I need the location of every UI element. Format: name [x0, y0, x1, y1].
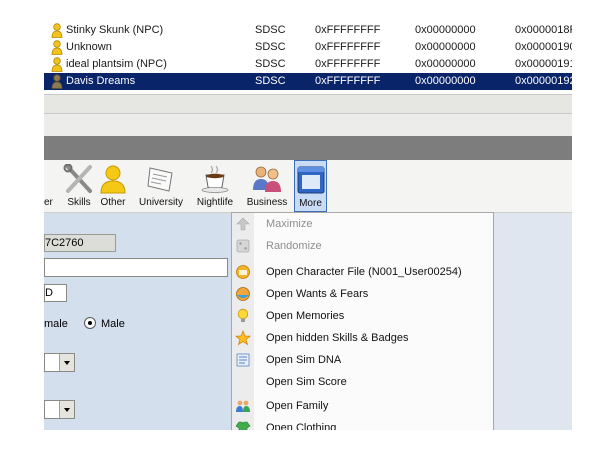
menu-item-label: Open Sim DNA — [266, 354, 342, 366]
menu-item-open-family[interactable]: Open Family — [232, 395, 493, 417]
toolbar-button-skills[interactable]: Skills — [63, 160, 94, 212]
dna-icon — [236, 353, 250, 367]
dice-icon — [236, 239, 250, 253]
sim-list-row[interactable]: Stinky Skunk (NPC) SDSC 0xFFFFFFFF 0x000… — [44, 22, 572, 39]
toolbar-label: er — [44, 197, 53, 208]
sim-name: Davis Dreams — [66, 75, 136, 87]
horizontal-scrollbar[interactable] — [44, 94, 572, 114]
arrow-up-icon — [236, 217, 250, 231]
sim-person-icon — [51, 40, 63, 55]
menu-item-label: Open Sim Score — [266, 376, 347, 388]
sim-id: 0x00000192 — [515, 75, 572, 87]
toolbar-label: University — [139, 197, 183, 208]
toolbar-label: Nightlife — [196, 197, 234, 208]
toolbar-label: Skills — [67, 197, 91, 208]
menu-item-open-hidden-skills[interactable]: Open hidden Skills & Badges — [232, 327, 493, 349]
sim-type: SDSC — [255, 75, 286, 87]
menu-item-label: Maximize — [266, 218, 313, 230]
more-window-icon — [297, 166, 324, 194]
sim-col-a: 0xFFFFFFFF — [315, 24, 381, 36]
star-icon — [235, 330, 251, 346]
menu-item-label: Open Character File (N001_User00254) — [266, 266, 462, 278]
clothing-icon — [235, 421, 251, 430]
sim-list: Stinky Skunk (NPC) SDSC 0xFFFFFFFF 0x000… — [44, 0, 572, 92]
category-toolbar: er Skills Other University Nightlife Bus… — [44, 160, 572, 213]
sim-type: SDSC — [255, 58, 286, 70]
menu-item-maximize[interactable]: Maximize — [232, 213, 493, 235]
more-dropdown-menu: Maximize Randomize Open Character File (… — [231, 212, 494, 430]
sim-list-row-selected[interactable]: Davis Dreams SDSC 0xFFFFFFFF 0x00000000 … — [44, 73, 572, 90]
sim-person-icon — [51, 57, 63, 72]
sim-list-row[interactable]: Unknown SDSC 0xFFFFFFFF 0x00000000 0x000… — [44, 39, 572, 56]
sim-person-icon — [51, 74, 63, 89]
menu-item-label: Open Family — [266, 400, 329, 412]
sim-id: 0x00000191 — [515, 58, 572, 70]
sim-name: Unknown — [66, 41, 112, 53]
wants-fears-icon — [236, 287, 250, 301]
lightbulb-icon — [237, 308, 249, 322]
select-dropdown-1[interactable] — [44, 353, 75, 372]
menu-item-open-sim-score[interactable]: Open Sim Score — [232, 371, 493, 393]
male-radio[interactable] — [84, 317, 96, 329]
app-window: Stinky Skunk (NPC) SDSC 0xFFFFFFFF 0x000… — [44, 0, 572, 430]
coffee-cup-icon — [201, 165, 229, 193]
panel-spacer — [44, 114, 572, 136]
sim-col-b: 0x00000000 — [415, 75, 476, 87]
sim-col-b: 0x00000000 — [415, 24, 476, 36]
sim-id-field: 7C2760 — [44, 234, 116, 252]
name-input[interactable] — [44, 258, 228, 277]
toolbar-button-partial[interactable]: er — [44, 160, 64, 212]
toolbar-label: Business — [246, 197, 288, 208]
sim-col-a: 0xFFFFFFFF — [315, 58, 381, 70]
toolbar-button-business[interactable]: Business — [244, 160, 290, 212]
menu-item-open-clothing[interactable]: Open Clothing — [232, 417, 493, 430]
chevron-down-icon[interactable] — [59, 354, 74, 371]
female-radio-label: male — [44, 318, 68, 330]
sim-list-row[interactable]: ideal plantsim (NPC) SDSC 0xFFFFFFFF 0x0… — [44, 56, 572, 73]
sim-properties-form: 7C2760 D male Male — [44, 213, 234, 430]
select-dropdown-2[interactable] — [44, 400, 75, 419]
toolbar-button-more[interactable]: More — [294, 160, 327, 212]
sim-col-a: 0xFFFFFFFF — [315, 75, 381, 87]
toolbar-label: Other — [100, 197, 126, 208]
sim-type: SDSC — [255, 41, 286, 53]
sim-id: 0x00000190 — [515, 41, 572, 53]
toolbar-button-other[interactable]: Other — [96, 160, 130, 212]
sim-col-b: 0x00000000 — [415, 58, 476, 70]
family-icon — [236, 400, 250, 412]
sim-id: 0x0000018F — [515, 24, 572, 36]
menu-item-label: Randomize — [266, 240, 322, 252]
character-file-icon — [236, 265, 250, 279]
diploma-icon — [147, 167, 173, 192]
menu-item-open-wants-fears[interactable]: Open Wants & Fears — [232, 283, 493, 305]
sim-name: ideal plantsim (NPC) — [66, 58, 167, 70]
menu-item-label: Open Wants & Fears — [266, 288, 369, 300]
menu-item-open-character-file[interactable]: Open Character File (N001_User00254) — [232, 261, 493, 283]
menu-item-label: Open Memories — [266, 310, 345, 322]
tools-icon — [63, 164, 92, 193]
sim-name: Stinky Skunk (NPC) — [66, 24, 164, 36]
sim-type: SDSC — [255, 24, 286, 36]
people-group-icon — [253, 166, 281, 192]
sim-person-icon — [51, 23, 63, 38]
menu-item-open-memories[interactable]: Open Memories — [232, 305, 493, 327]
toolbar-button-university[interactable]: University — [132, 160, 190, 212]
menu-item-randomize[interactable]: Randomize — [232, 235, 493, 257]
toolbar-label: More — [299, 198, 322, 209]
person-icon — [100, 165, 126, 194]
male-radio-label: Male — [101, 318, 125, 330]
chevron-down-icon[interactable] — [59, 401, 74, 418]
toolbar-button-nightlife[interactable]: Nightlife — [194, 160, 236, 212]
sim-col-a: 0xFFFFFFFF — [315, 41, 381, 53]
menu-item-open-sim-dna[interactable]: Open Sim DNA — [232, 349, 493, 371]
menu-item-label: Open Clothing — [266, 422, 337, 430]
menu-item-label: Open hidden Skills & Badges — [266, 332, 409, 344]
short-value-input[interactable]: D — [44, 284, 67, 302]
panel-header-bar — [44, 136, 572, 160]
sim-col-b: 0x00000000 — [415, 41, 476, 53]
